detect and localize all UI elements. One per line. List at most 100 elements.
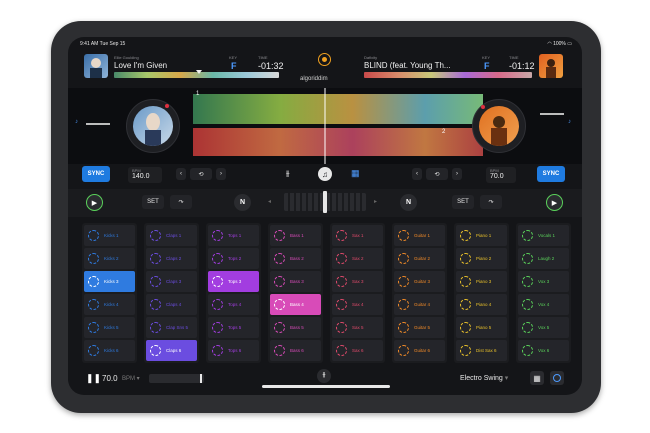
sampler-pad[interactable]: Sax 4 xyxy=(332,294,383,315)
pad-label: Sax 5 xyxy=(352,325,364,330)
sampler-pad[interactable]: Sax 3 xyxy=(332,271,383,292)
sampler-pad[interactable]: Vox 4 xyxy=(518,294,569,315)
right-set-button[interactable]: SET xyxy=(452,195,474,209)
sampler-pad[interactable]: Kicks 2 xyxy=(84,248,135,269)
left-bpm-box[interactable]: BPM 140.0 xyxy=(128,167,162,183)
pad-grid-icon[interactable]: ▦ xyxy=(530,371,544,385)
left-set-button[interactable]: SET xyxy=(142,195,164,209)
sampler-pad[interactable]: Bass 1 xyxy=(270,225,321,246)
left-loop-next-button[interactable]: › xyxy=(216,168,226,180)
tempo-slider[interactable] xyxy=(149,374,204,383)
right-cue-marker[interactable]: 2 xyxy=(442,129,445,135)
pad-label: Tops 2 xyxy=(228,256,242,261)
sampler-pad[interactable]: Bass 6 xyxy=(270,340,321,361)
right-bend-button[interactable]: ↷ xyxy=(480,195,502,209)
tempo-slider-thumb[interactable] xyxy=(200,374,202,383)
sampler-pad[interactable]: Kicks 3 xyxy=(84,271,135,292)
sampler-pad[interactable]: Tops 1 xyxy=(208,225,259,246)
sampler-pad[interactable]: Dist Sax 6 xyxy=(456,340,507,361)
sampler-pad[interactable]: Tops 4 xyxy=(208,294,259,315)
left-album-art[interactable] xyxy=(84,54,108,78)
sampler-pad[interactable]: Guitar 6 xyxy=(394,340,445,361)
sampler-pad[interactable]: Sax 5 xyxy=(332,317,383,338)
sampler-pad[interactable]: Claps 2 xyxy=(146,248,197,269)
music-library-icon[interactable]: ♫ xyxy=(318,167,332,181)
left-bend-button[interactable]: ↷ xyxy=(170,195,192,209)
sampler-pad[interactable]: Bass 2 xyxy=(270,248,321,269)
left-bpm-value: 140.0 xyxy=(132,173,150,180)
sampler-pad[interactable]: Vox 5 xyxy=(518,317,569,338)
sampler-pad[interactable]: Claps 3 xyxy=(146,271,197,292)
left-turntable[interactable] xyxy=(126,99,180,153)
sampler-pad[interactable]: Kicks 1 xyxy=(84,225,135,246)
sampler-pad[interactable]: Vox 3 xyxy=(518,271,569,292)
sampler-pad[interactable]: Bass 5 xyxy=(270,317,321,338)
sampler-pad[interactable]: Clap Sns 5 xyxy=(146,317,197,338)
right-album-art[interactable] xyxy=(539,54,563,78)
left-cue-marker[interactable]: 1 xyxy=(196,91,199,97)
crossfader-knob[interactable] xyxy=(323,191,327,213)
sampler-pad[interactable]: Claps 1 xyxy=(146,225,197,246)
sampler-pad[interactable]: Sax 1 xyxy=(332,225,383,246)
right-turntable[interactable] xyxy=(472,99,526,153)
sampler-pad[interactable]: Guitar 1 xyxy=(394,225,445,246)
sampler-pad[interactable]: Laugh 2 xyxy=(518,248,569,269)
right-overview-waveform[interactable] xyxy=(364,72,532,78)
left-music-note-icon[interactable]: ♪ xyxy=(75,119,78,125)
crossfader-right-arrow[interactable]: ▸ xyxy=(374,198,377,205)
sequencer-icon[interactable] xyxy=(550,371,564,385)
sampler-pad[interactable]: Tops 2 xyxy=(208,248,259,269)
sampler-pad[interactable]: Bass 4 xyxy=(270,294,321,315)
grid-view-icon[interactable]: ▦ xyxy=(351,168,363,180)
now-playing-icon[interactable] xyxy=(318,53,331,66)
left-n-button[interactable]: N xyxy=(234,194,251,211)
right-play-button[interactable]: ▶ xyxy=(546,194,563,211)
right-loop-next-button[interactable]: › xyxy=(452,168,462,180)
sampler-pad[interactable]: Guitar 5 xyxy=(394,317,445,338)
sampler-pad[interactable]: Piano 4 xyxy=(456,294,507,315)
tempo-unit[interactable]: BPM ▾ xyxy=(122,375,140,382)
left-key-value[interactable]: F xyxy=(231,61,237,71)
sampler-pad[interactable]: Claps 6 xyxy=(146,340,197,361)
right-n-button[interactable]: N xyxy=(400,194,417,211)
pause-button[interactable]: ❚❚ xyxy=(86,373,101,384)
sampler-pad[interactable]: Piano 5 xyxy=(456,317,507,338)
sampler-pad[interactable]: Sax 2 xyxy=(332,248,383,269)
right-track-title[interactable]: BLIND (feat. Young Th... xyxy=(364,61,451,70)
right-loop-button[interactable]: ⟲ xyxy=(426,168,448,180)
left-track-title[interactable]: Love I'm Given xyxy=(114,61,167,70)
sampler-pad[interactable]: Tops 3 xyxy=(208,271,259,292)
kit-selector[interactable]: Electro Swing ▾ xyxy=(460,374,508,382)
left-sync-button[interactable]: SYNC xyxy=(82,166,110,182)
mixer-icon[interactable]: ⫵ xyxy=(286,169,290,179)
right-music-note-icon[interactable]: ♪ xyxy=(568,119,571,125)
sampler-pad[interactable]: Guitar 2 xyxy=(394,248,445,269)
right-loop-prev-button[interactable]: ‹ xyxy=(412,168,422,180)
sampler-pad[interactable]: Guitar 3 xyxy=(394,271,445,292)
sampler-pad[interactable]: Vocals 1 xyxy=(518,225,569,246)
crossfader-left-arrow[interactable]: ◂ xyxy=(268,198,271,205)
left-play-button[interactable]: ▶ xyxy=(86,194,103,211)
right-pitch-fader[interactable] xyxy=(540,113,564,115)
right-key-value[interactable]: F xyxy=(484,61,490,71)
sampler-pad[interactable]: Piano 2 xyxy=(456,248,507,269)
sampler-pad[interactable]: Tops 6 xyxy=(208,340,259,361)
sampler-pad[interactable]: Sax 6 xyxy=(332,340,383,361)
sampler-pad[interactable]: Bass 3 xyxy=(270,271,321,292)
sampler-pad[interactable]: Piano 1 xyxy=(456,225,507,246)
sampler-pad[interactable]: Vox 6 xyxy=(518,340,569,361)
left-loop-prev-button[interactable]: ‹ xyxy=(176,168,186,180)
right-bpm-box[interactable]: BPM 70.0 xyxy=(486,167,516,183)
sampler-tempo[interactable]: 70.0 xyxy=(102,374,118,383)
sampler-pad[interactable]: Kicks 4 xyxy=(84,294,135,315)
sampler-pad[interactable]: Tops 5 xyxy=(208,317,259,338)
sampler-pad[interactable]: Kicks 6 xyxy=(84,340,135,361)
sampler-pad[interactable]: Kicks 5 xyxy=(84,317,135,338)
sampler-pad[interactable]: Piano 3 xyxy=(456,271,507,292)
left-pitch-fader[interactable] xyxy=(86,123,110,125)
sampler-pad[interactable]: Claps 4 xyxy=(146,294,197,315)
right-sync-button[interactable]: SYNC xyxy=(537,166,565,182)
left-loop-button[interactable]: ⟲ xyxy=(190,168,212,180)
mixer-toggle-icon[interactable]: ⫵ xyxy=(317,369,331,383)
sampler-pad[interactable]: Guitar 4 xyxy=(394,294,445,315)
